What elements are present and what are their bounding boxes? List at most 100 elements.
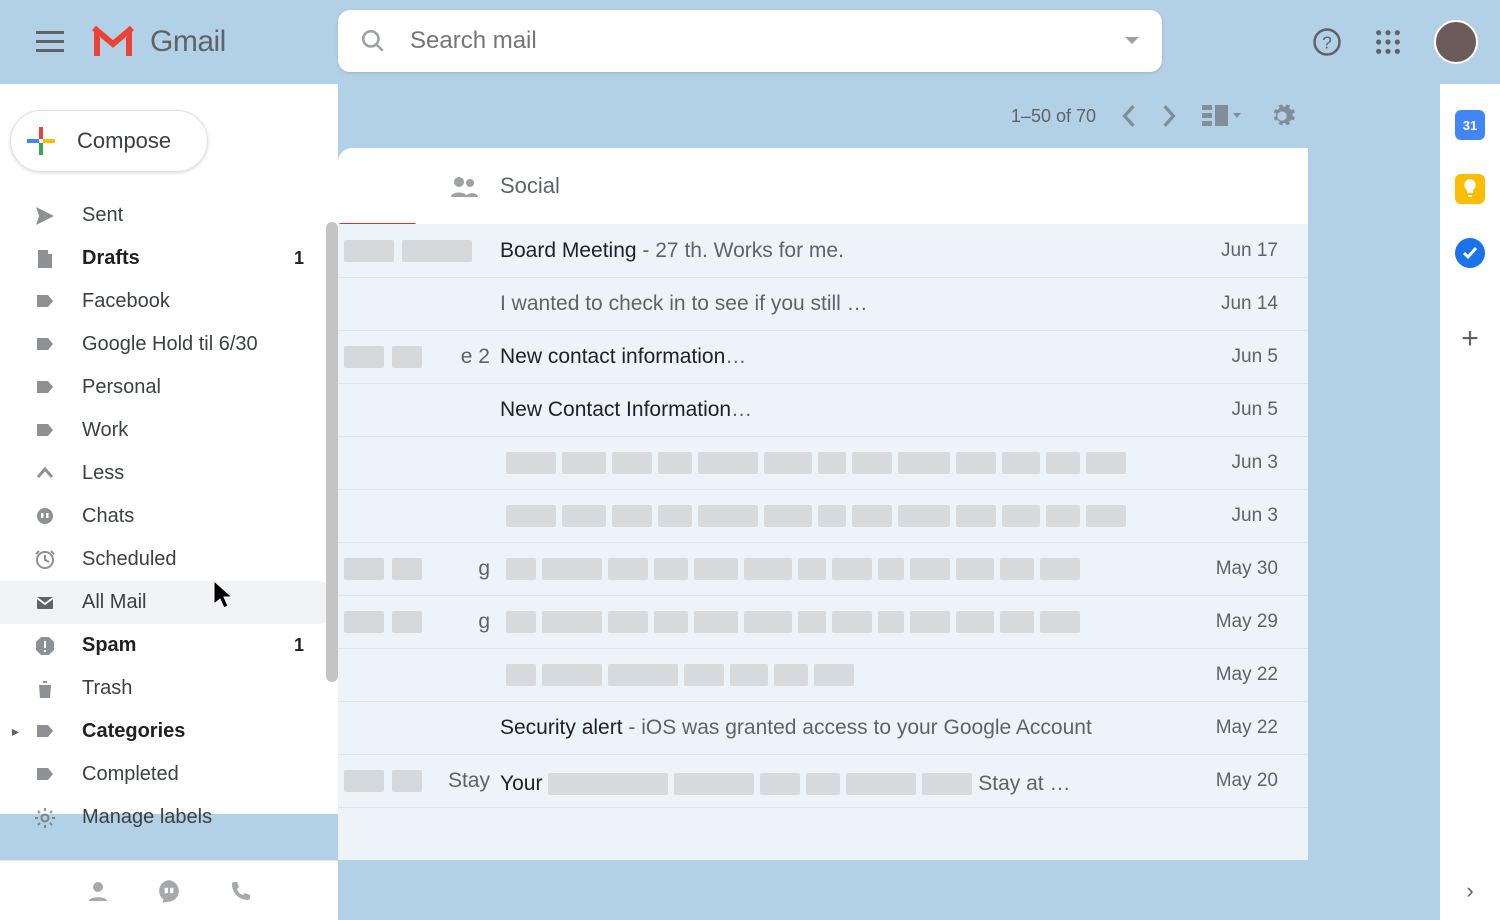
less-icon (34, 463, 68, 485)
sent-icon (34, 205, 68, 227)
split-pane-toggle[interactable] (1202, 105, 1242, 127)
message-subject: I wanted to check in to see if you still… (500, 292, 1178, 316)
sidebar-item-trash[interactable]: Trash (0, 667, 338, 710)
sidebar-item-completed[interactable]: Completed (0, 753, 338, 796)
sidebar-item-sent[interactable]: Sent (0, 194, 338, 237)
search-input[interactable] (410, 27, 1124, 55)
sidebar-item-spam[interactable]: Spam1 (0, 624, 338, 667)
message-date: Jun 17 (1178, 240, 1278, 262)
settings-gear-button[interactable] (1268, 102, 1296, 130)
sidebar-item-label: Work (82, 419, 304, 442)
message-row[interactable]: gMay 29 (338, 596, 1308, 649)
message-date: Jun 5 (1178, 399, 1278, 421)
sidebar-item-manage-labels[interactable]: Manage labels (0, 796, 338, 839)
account-avatar[interactable] (1434, 20, 1478, 64)
sidebar-item-label: Chats (82, 505, 304, 528)
sidebar-item-count: 1 (294, 635, 304, 656)
sidebar-item-all-mail[interactable]: All Mail (0, 581, 338, 624)
page-count: 1–50 of 70 (1011, 106, 1096, 127)
page-prev-button[interactable] (1122, 105, 1136, 127)
tab-social[interactable]: Social (450, 173, 560, 199)
redacted-body (506, 611, 1080, 633)
get-addons-button[interactable]: + (1461, 322, 1479, 356)
sidebar-item-label: Drafts (82, 247, 294, 270)
compose-button[interactable]: Compose (10, 110, 208, 172)
sidebar-item-categories[interactable]: Categories (0, 710, 338, 753)
sidebar-item-label: Manage labels (82, 806, 304, 829)
hangouts-icon[interactable] (156, 878, 182, 904)
message-subject (500, 610, 1178, 634)
main-menu-button[interactable] (30, 22, 70, 62)
collapse-side-panel-button[interactable]: › (1466, 878, 1473, 904)
message-row[interactable]: I wanted to check in to see if you still… (338, 278, 1308, 331)
message-date: May 20 (1178, 770, 1278, 792)
sender-redacted (338, 240, 500, 262)
sidebar-item-scheduled[interactable]: Scheduled (0, 538, 338, 581)
sender-trail: e 2 (338, 345, 500, 369)
apps-grid-icon[interactable] (1374, 28, 1402, 56)
support-icon[interactable]: ? (1312, 27, 1342, 57)
label-icon (34, 764, 68, 786)
sidebar: Compose SentDrafts1FacebookGoogle Hold t… (0, 84, 338, 814)
sidebar-item-label: Facebook (82, 290, 304, 313)
message-date: Jun 3 (1178, 505, 1278, 527)
message-row[interactable]: Board Meeting - 27 th. Works for me.Jun … (338, 224, 1308, 278)
tasks-addon-icon[interactable] (1455, 238, 1485, 268)
search-options-dropdown-icon[interactable] (1124, 36, 1140, 46)
message-row[interactable]: Jun 3 (338, 490, 1308, 543)
sidebar-item-google-hold-til-6-30[interactable]: Google Hold til 6/30 (0, 323, 338, 366)
phone-icon[interactable] (228, 879, 252, 903)
people-icon (450, 175, 478, 197)
sidebar-item-label: Less (82, 462, 304, 485)
message-row[interactable]: New Contact InformationJun 5 (338, 384, 1308, 437)
sidebar-item-personal[interactable]: Personal (0, 366, 338, 409)
gmail-logo[interactable]: Gmail (90, 24, 226, 60)
message-subject (500, 504, 1178, 528)
redacted-body (506, 558, 1080, 580)
search-icon (360, 28, 386, 54)
message-list: Board Meeting - 27 th. Works for me.Jun … (338, 224, 1308, 860)
sidebar-item-work[interactable]: Work (0, 409, 338, 452)
compose-plus-icon (25, 125, 57, 157)
label-icon (34, 721, 68, 743)
sidebar-item-label: Personal (82, 376, 304, 399)
message-subject: New Contact Information (500, 398, 1178, 422)
gmail-icon (90, 24, 136, 60)
message-subject: Board Meeting - 27 th. Works for me. (500, 239, 1178, 263)
redacted-body (737, 399, 1178, 421)
message-subject (500, 663, 1178, 687)
message-row[interactable]: gMay 30 (338, 543, 1308, 596)
sender-trail: g (338, 557, 500, 581)
settings-icon (34, 807, 68, 829)
sidebar-item-chats[interactable]: Chats (0, 495, 338, 538)
sender-trail: g (338, 610, 500, 634)
sidebar-item-drafts[interactable]: Drafts1 (0, 237, 338, 280)
keep-addon-icon[interactable] (1455, 174, 1485, 204)
message-date: Jun 5 (1178, 346, 1278, 368)
contacts-icon[interactable] (86, 879, 110, 903)
page-next-button[interactable] (1162, 105, 1176, 127)
sidebar-item-label: All Mail (82, 591, 304, 614)
message-row[interactable]: May 22 (338, 649, 1308, 702)
message-date: May 22 (1178, 664, 1278, 686)
gear-icon (1268, 102, 1296, 130)
sidebar-item-count: 1 (294, 248, 304, 269)
message-subject (500, 451, 1178, 475)
redacted-body (506, 505, 1126, 527)
sidebar-item-less[interactable]: Less (0, 452, 338, 495)
message-date: Jun 3 (1178, 452, 1278, 474)
trash-icon (34, 678, 68, 700)
right-side-panel: 31 + › (1440, 84, 1500, 920)
sidebar-nav: SentDrafts1FacebookGoogle Hold til 6/30P… (0, 194, 338, 839)
sidebar-item-label: Completed (82, 763, 304, 786)
sidebar-item-facebook[interactable]: Facebook (0, 280, 338, 323)
calendar-addon-icon[interactable]: 31 (1455, 110, 1485, 140)
message-row[interactable]: e 2New contact informationJun 5 (338, 331, 1308, 384)
label-icon (34, 420, 68, 442)
message-row[interactable]: Jun 3 (338, 437, 1308, 490)
message-row[interactable]: StayYour Stay at May 20 (338, 755, 1308, 808)
sidebar-scrollbar[interactable] (326, 222, 338, 682)
message-row[interactable]: Security alert - iOS was granted access … (338, 702, 1308, 755)
gmail-wordmark: Gmail (150, 25, 226, 59)
search-bar[interactable] (338, 10, 1162, 72)
